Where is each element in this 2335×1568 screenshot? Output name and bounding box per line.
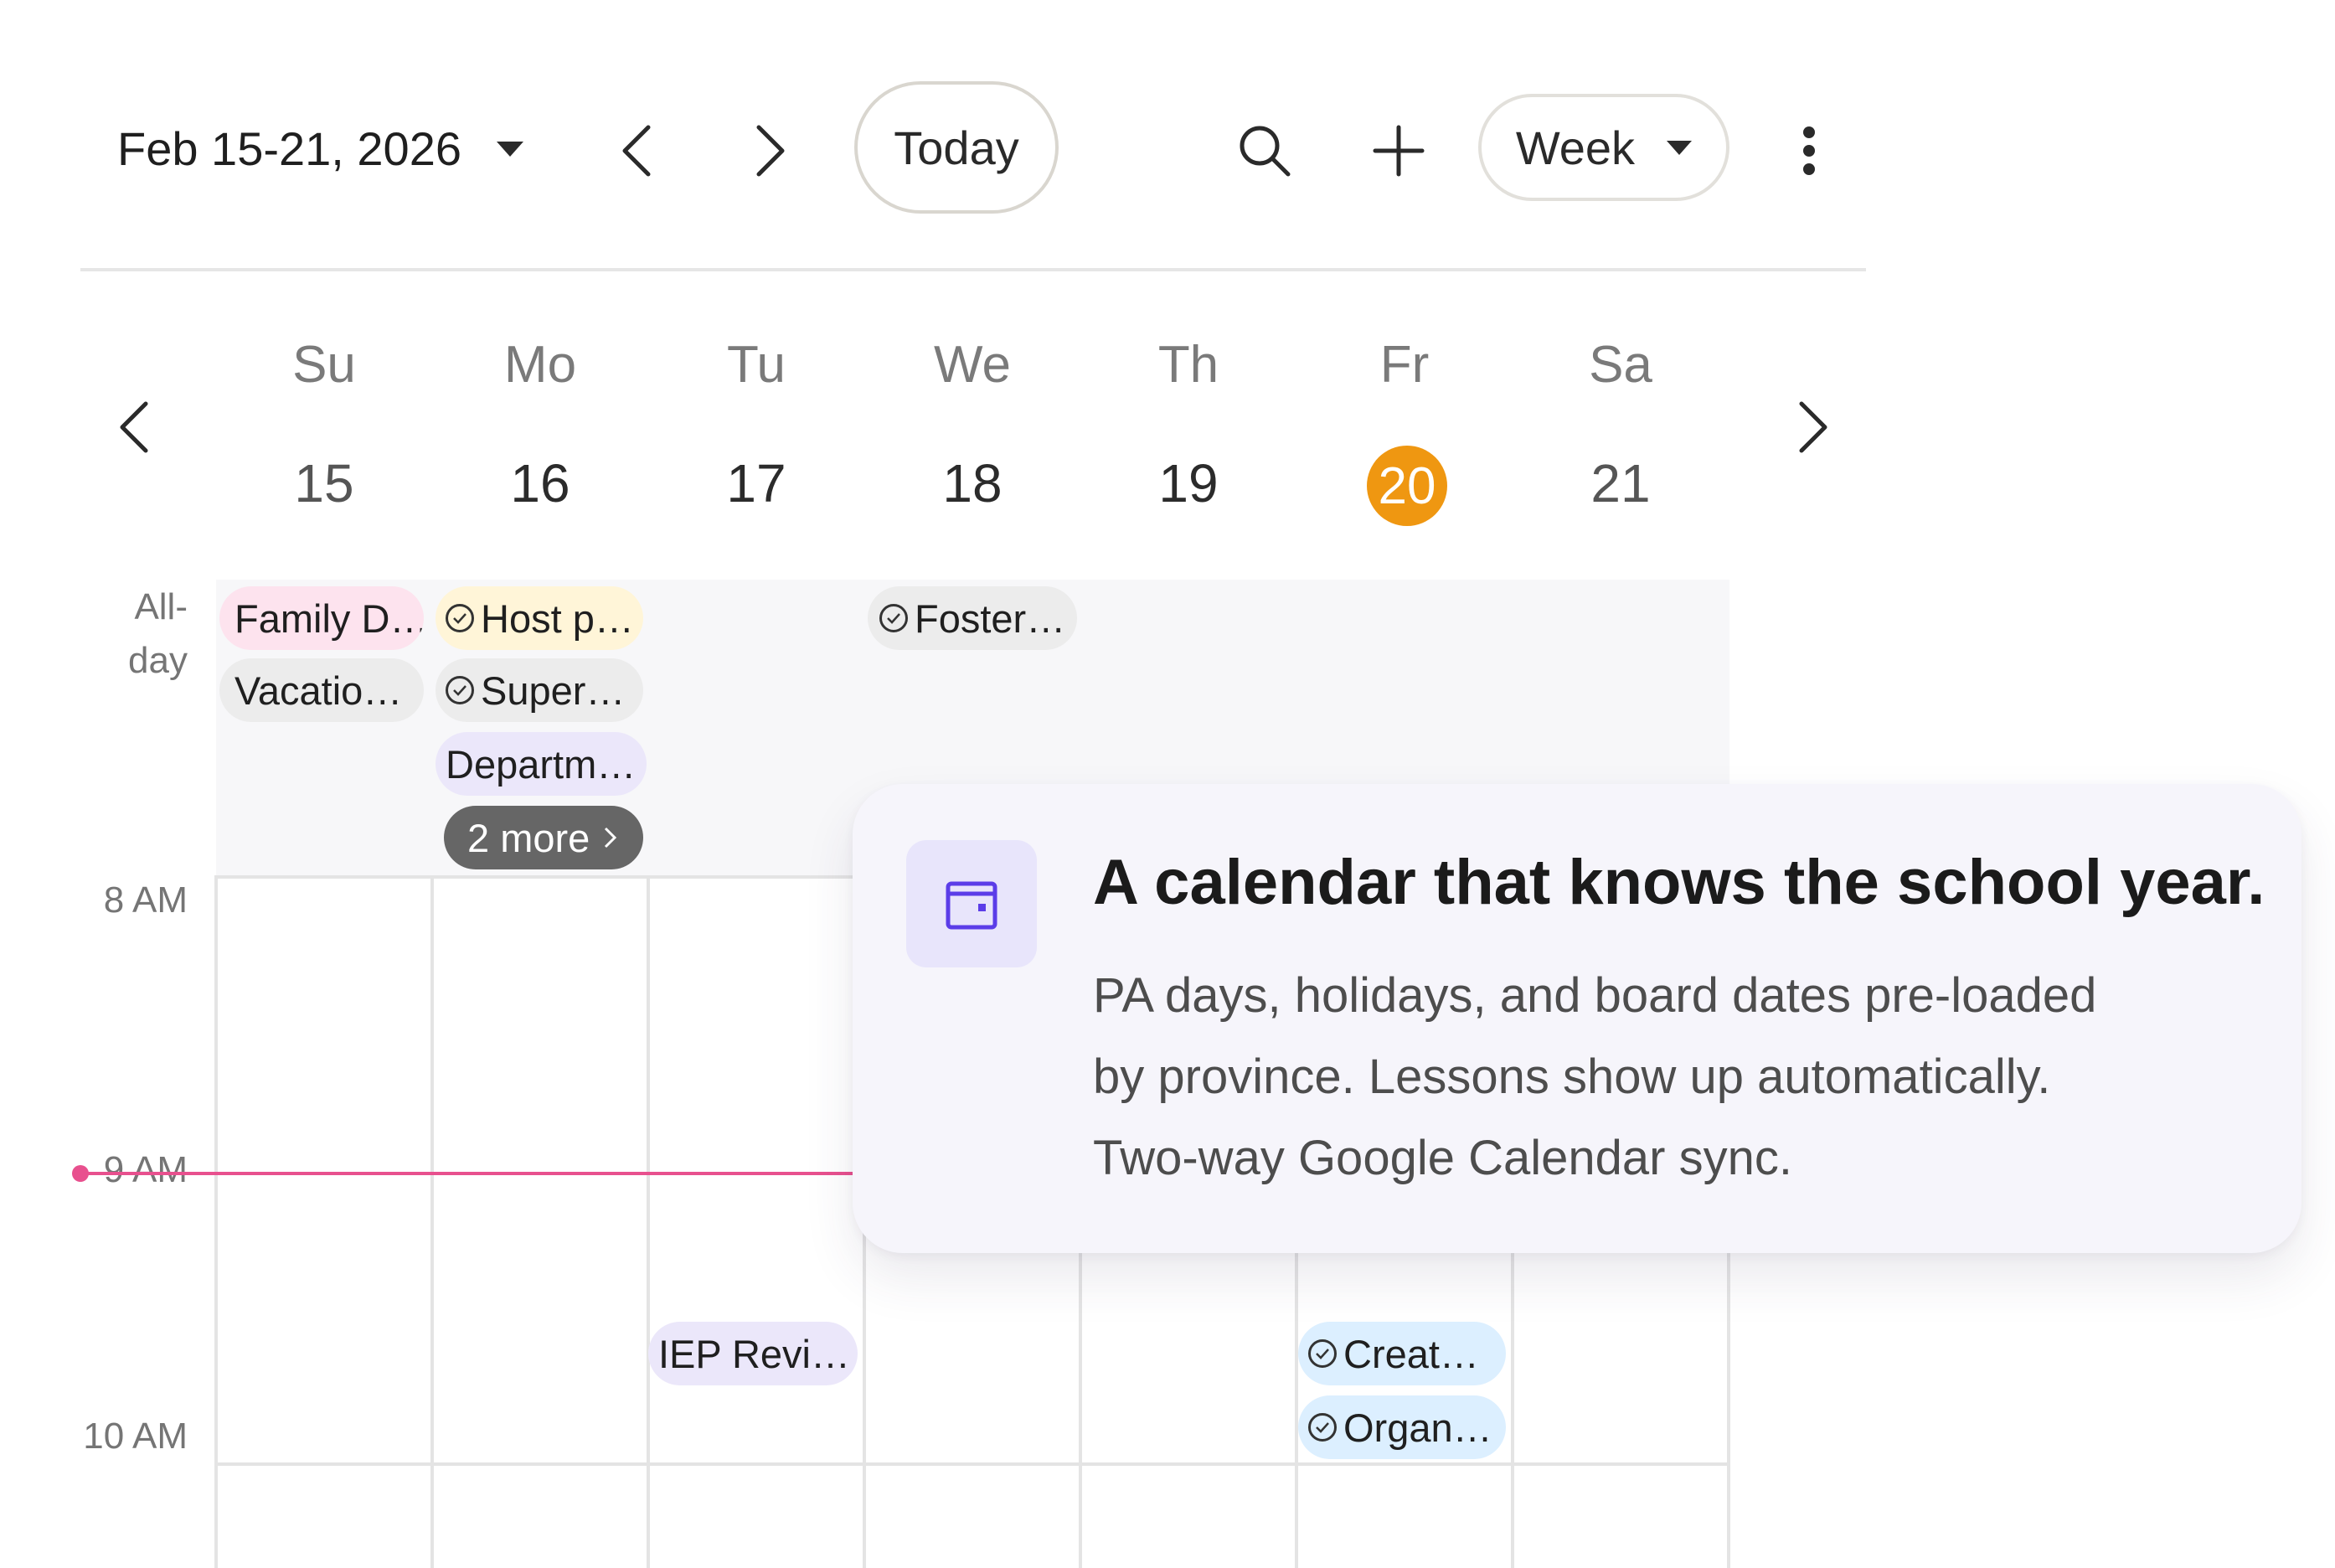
today-button[interactable]: Today [854,81,1059,214]
toolbar-divider [80,268,1866,271]
all-day-task[interactable]: Super… [436,658,643,722]
all-day-event[interactable]: Family D… [219,586,424,650]
more-events-label: 2 more [467,815,590,860]
dow-label: Mo [503,336,577,394]
event-title: Vacatio… [235,668,403,713]
dow-label: Sa [1589,336,1652,394]
all-day-label: day [128,640,188,681]
dow-label: Fr [1379,336,1430,394]
next-week-button[interactable] [737,117,804,184]
search-icon [1240,126,1291,177]
event-title: IEP Revi… [658,1331,850,1376]
check-circle-icon [446,676,474,704]
plus-icon [1373,125,1425,177]
day-number[interactable]: 19 [1080,452,1296,514]
chevron-right-icon [1799,401,1827,453]
event-title: Organ… [1343,1405,1492,1450]
time-label: 10 AM [83,1416,188,1457]
event-title: Creat… [1343,1331,1479,1376]
search-button[interactable] [1231,117,1298,184]
calendar-icon [946,881,997,930]
all-day-event[interactable]: Departm… [436,732,647,796]
header-prev-button[interactable] [105,394,163,461]
dow-label: We [934,336,1011,394]
timed-event[interactable]: IEP Revi… [648,1322,858,1385]
chevron-right-icon [605,827,617,848]
promo-line: PA days, holidays, and board dates pre-l… [1093,968,2097,1023]
day-divider [214,875,218,1568]
hour-line [216,1462,1729,1466]
check-circle-icon [879,604,908,632]
chevron-right-icon [756,125,785,177]
day-number[interactable]: 15 [216,452,432,514]
dow-label: Tu [726,336,786,394]
all-day-task[interactable]: Foster… [868,586,1077,650]
dow-label: Th [1157,336,1219,394]
day-divider [647,875,650,1568]
header-next-button[interactable] [1784,394,1843,461]
caret-down-icon [1667,140,1693,155]
event-title: Foster… [915,596,1066,641]
day-divider [430,875,434,1568]
check-circle-icon [1308,1413,1337,1442]
day-number[interactable]: 17 [648,452,864,514]
more-vert-icon [1803,126,1815,175]
all-day-event[interactable]: Vacatio… [219,658,424,722]
day-number[interactable]: 21 [1513,452,1729,514]
today-day-number[interactable]: 20 [1367,446,1447,526]
current-time-line [80,1172,918,1175]
view-label: Week [1515,121,1636,174]
promo-line: by province. Lessons show up automatical… [1093,1050,2051,1104]
promo-title: A calendar that knows the school year. [1093,847,2265,918]
all-day-label: All- [134,586,188,627]
promo-icon-tile [906,840,1037,967]
timed-task[interactable]: Creat… [1298,1322,1506,1385]
previous-week-button[interactable] [603,117,670,184]
view-selector[interactable]: Week [1478,94,1729,201]
time-label: 8 AM [103,879,188,921]
event-title: Super… [481,668,626,713]
more-options-button[interactable] [1776,117,1843,184]
chevron-left-icon [622,125,651,177]
dow-label: Su [292,336,356,394]
all-day-task[interactable]: Host p… [436,586,643,650]
caret-down-icon [496,141,523,157]
event-title: Host p… [481,596,634,641]
timed-task[interactable]: Organ… [1298,1395,1506,1459]
event-title: Family D… [235,596,424,641]
time-label: 9 AM [103,1149,188,1190]
check-circle-icon [1308,1339,1337,1368]
chevron-left-icon [120,401,148,453]
current-time-dot [72,1165,89,1182]
event-title: Departm… [446,741,637,787]
promo-description: PA days, holidays, and board dates pre-l… [1093,955,2265,1199]
date-range-dropdown[interactable]: Feb 15-21, 2026 [117,105,553,193]
add-event-button[interactable] [1365,117,1432,184]
check-circle-icon [446,604,474,632]
day-number[interactable]: 16 [432,452,648,514]
day-number[interactable]: 18 [864,452,1080,514]
date-range-label: Feb 15-21, 2026 [117,122,461,175]
more-events-button[interactable]: 2 more [444,806,643,869]
promo-line: Two-way Google Calendar sync. [1093,1131,1792,1185]
